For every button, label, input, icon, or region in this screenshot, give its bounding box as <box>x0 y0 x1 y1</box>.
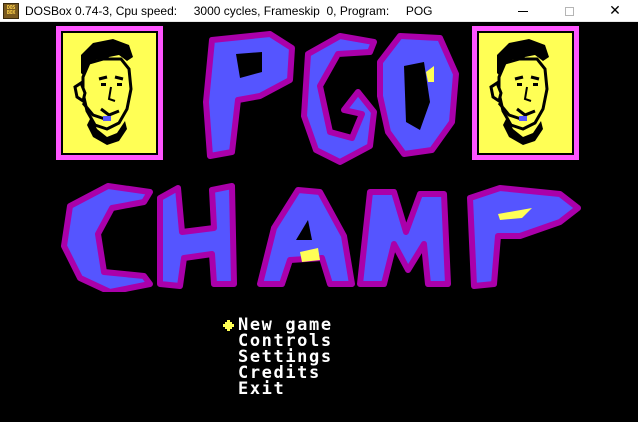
logo-letter-h <box>157 183 237 289</box>
pog-champ-logo <box>61 31 581 292</box>
dosbox-window: DOS BOX DOSBox 0.74-3, Cpu speed: 3000 c… <box>0 0 638 422</box>
window-controls: ✕ <box>500 0 638 22</box>
game-screen[interactable]: New game Controls Settings Credits Exit <box>0 22 638 422</box>
logo-letter-p <box>203 31 295 159</box>
dosbox-app-icon[interactable]: DOS BOX <box>3 2 19 19</box>
logo-letter-g <box>301 33 377 165</box>
app-icon-text-bottom: BOX <box>6 9 16 16</box>
logo-letter-m <box>357 189 451 287</box>
close-icon: ✕ <box>609 3 621 19</box>
minimize-icon <box>518 10 528 12</box>
star-cursor-icon <box>223 320 234 331</box>
menu-item-exit[interactable]: Exit <box>220 379 333 399</box>
main-menu: New game Controls Settings Credits Exit <box>220 317 333 399</box>
maximize-button[interactable] <box>546 0 592 22</box>
title-bar[interactable]: DOS BOX DOSBox 0.74-3, Cpu speed: 3000 c… <box>0 0 638 22</box>
window-title: DOSBox 0.74-3, Cpu speed: 3000 cycles, F… <box>25 3 433 18</box>
logo-letter-c <box>61 183 153 292</box>
menu-item-label: Exit <box>238 379 286 399</box>
minimize-button[interactable] <box>500 0 546 22</box>
logo-letter-p2 <box>467 185 581 289</box>
close-button[interactable]: ✕ <box>592 0 638 22</box>
maximize-icon <box>564 6 574 16</box>
